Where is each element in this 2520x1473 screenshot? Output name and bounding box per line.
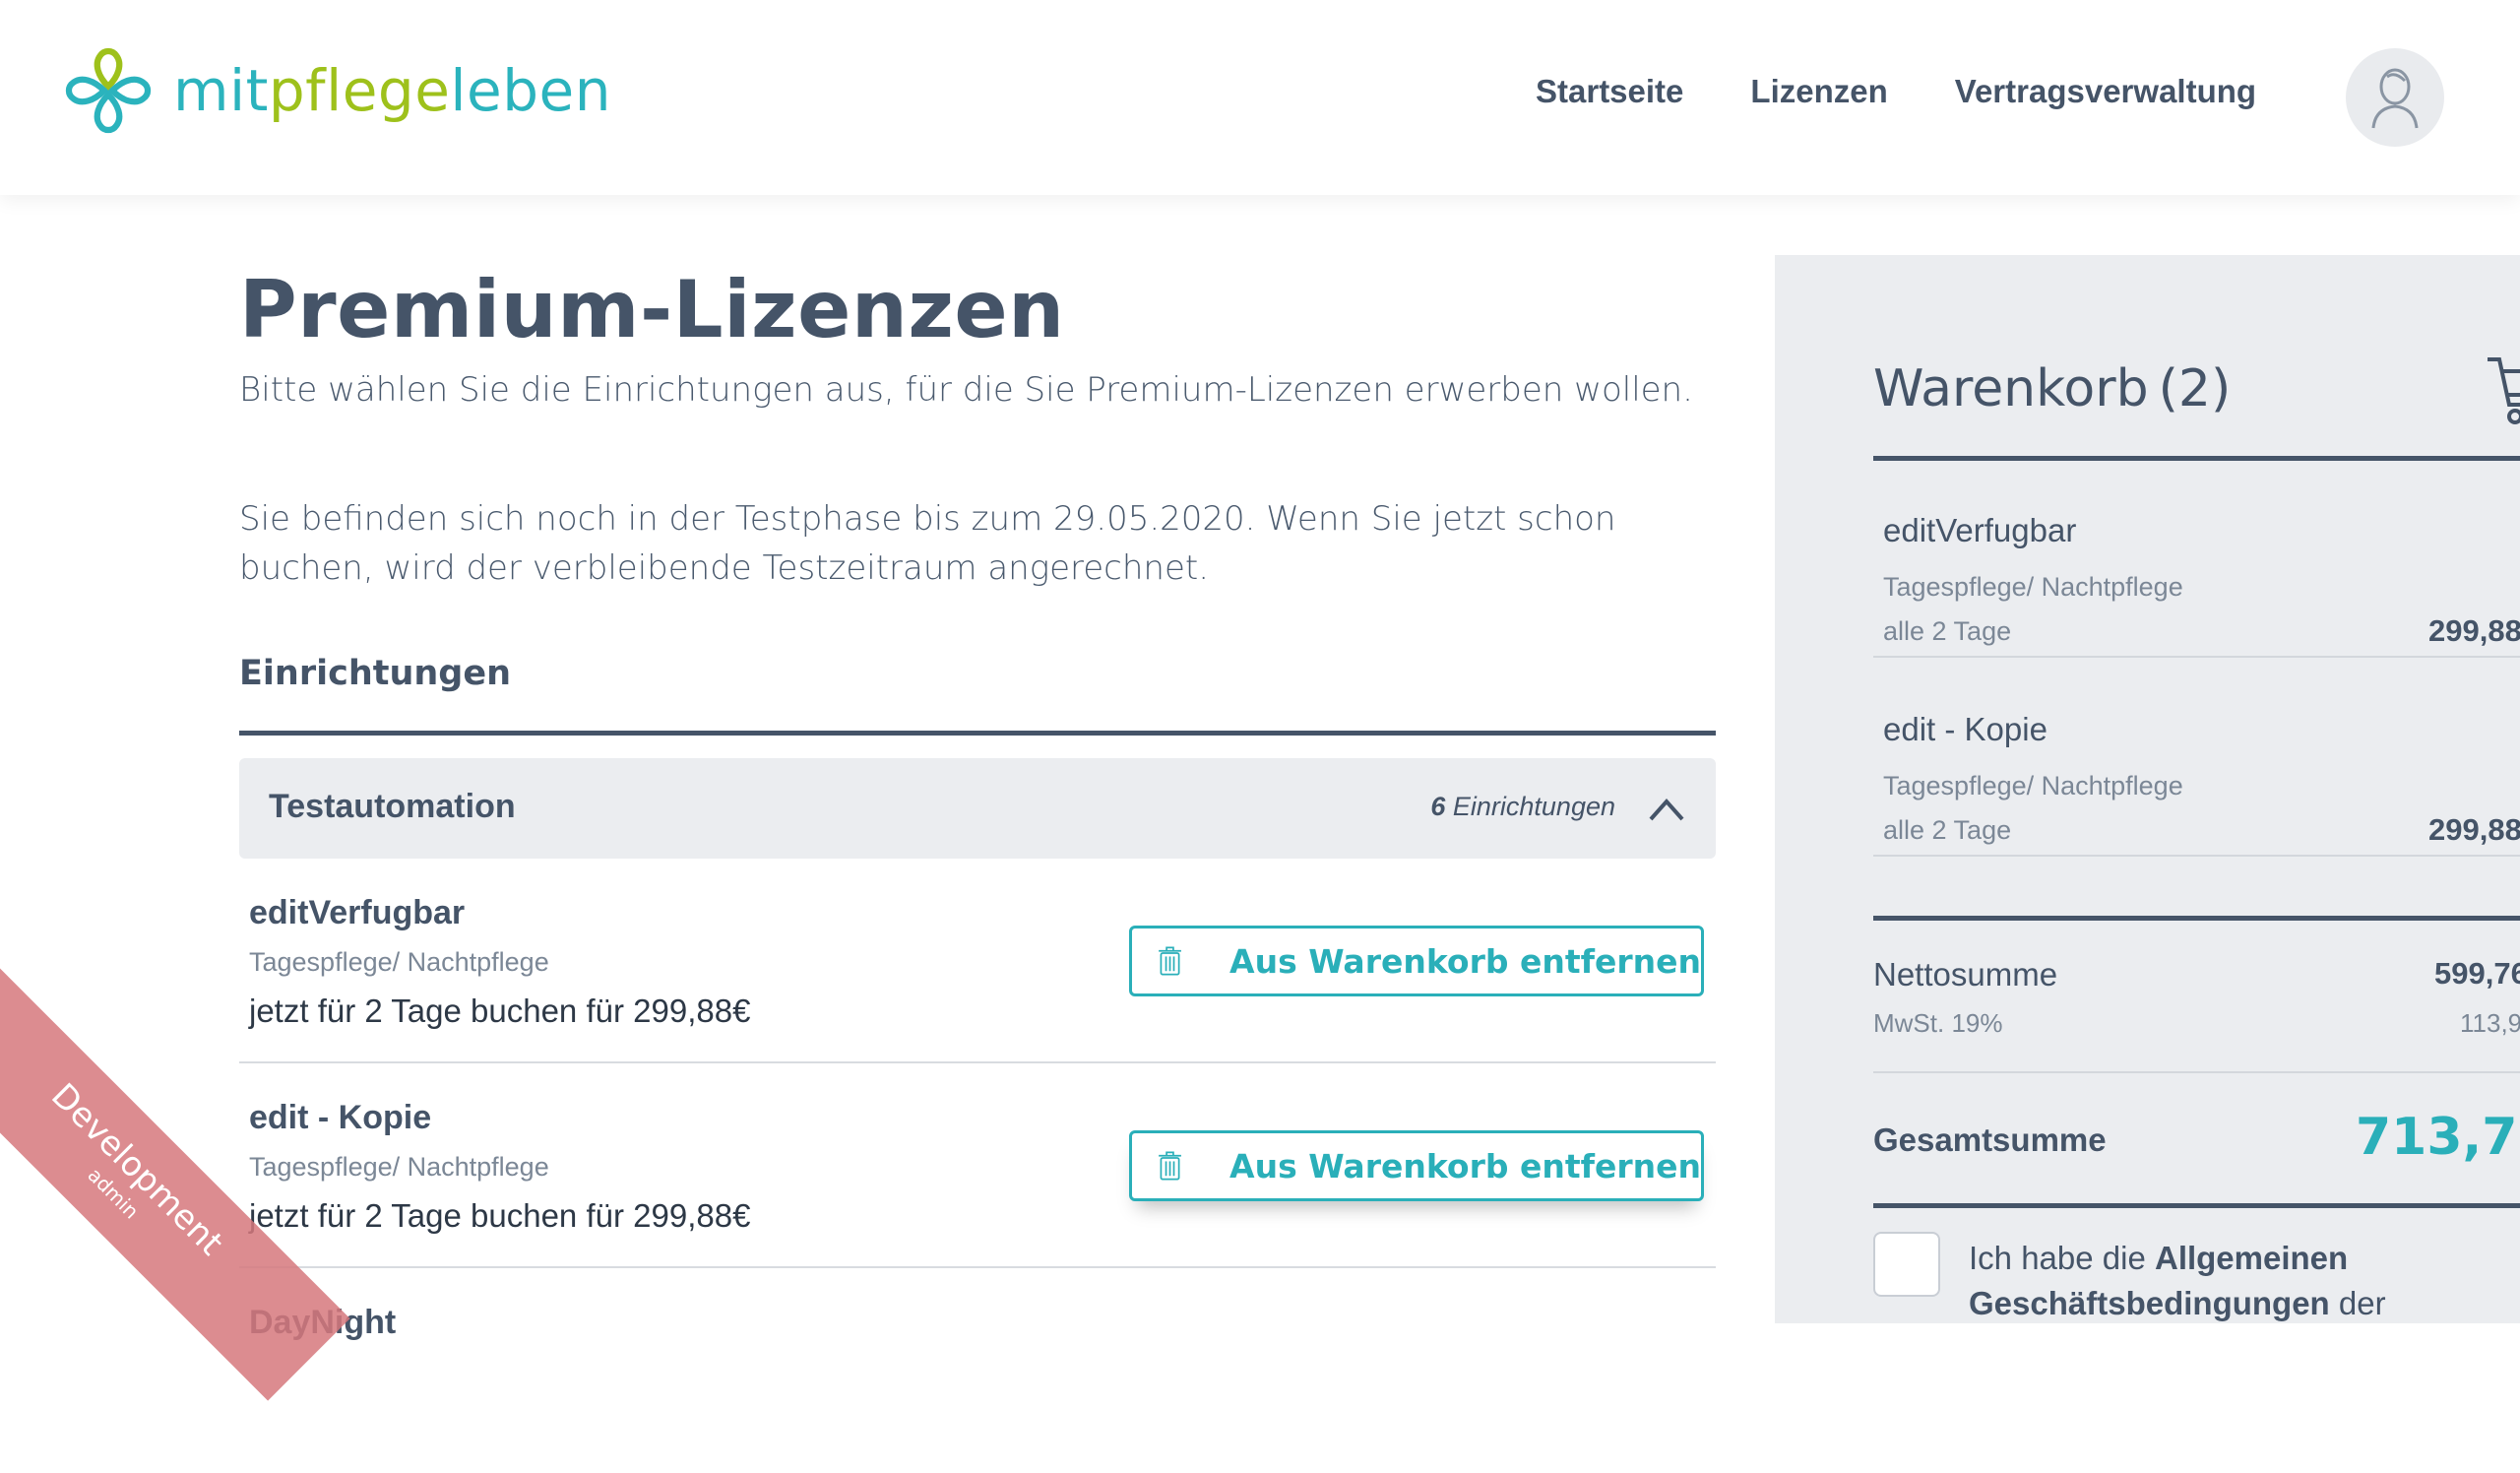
clover-logo-icon (65, 47, 152, 134)
vat-label: MwSt. 19% (1873, 1008, 2003, 1038)
shopping-cart-icon[interactable] (2486, 350, 2520, 428)
main-nav: Startseite Lizenzen Vertragsverwaltung (1536, 73, 2256, 110)
group-name: Testautomation (269, 788, 516, 825)
trash-icon (1159, 1151, 1181, 1181)
vat-value: 113,96 (2460, 1008, 2520, 1038)
facility-item: edit - Kopie Tagespflege/ Nachtpflege je… (239, 1063, 1716, 1268)
logo-text-leben: leben (450, 57, 611, 124)
cart-item-price: 299,88 (2428, 812, 2520, 847)
section-title: Einrichtungen (239, 654, 512, 693)
cart-panel: Warenkorb (2) editVerfugbar Tagespflege/ … (1775, 255, 2520, 1323)
remove-button-label: Aus Warenkorb entfernen (1229, 941, 1701, 981)
chevron-up-icon[interactable] (1647, 792, 1686, 825)
cart-item-name: editVerfugbar (1883, 512, 2077, 548)
group-count-label: Einrichtungen (1452, 792, 1615, 821)
cart-divider (1873, 1071, 2520, 1073)
cart-item-type: Tagespflege/ Nachtpflege (1883, 771, 2183, 801)
net-sum-value: 599,76 (2434, 956, 2520, 991)
total-label: Gesamtsumme (1873, 1121, 2107, 1158)
app-header: mitpflegeleben Startseite Lizenzen Vertr… (0, 0, 2520, 195)
group-count-number: 6 (1430, 792, 1446, 821)
group-count: 6 Einrichtungen (1430, 792, 1615, 822)
trash-icon (1159, 946, 1181, 976)
facility-type: Tagespflege/ Nachtpflege (249, 947, 549, 977)
remove-from-cart-button[interactable]: Aus Warenkorb entfernen (1129, 1130, 1704, 1201)
logo-text-pflege: pflege (268, 57, 451, 124)
facility-price-text: jetzt für 2 Tage buchen für 299,88€ (249, 1197, 751, 1234)
page-title: Premium-Lizenzen (239, 264, 1065, 355)
cart-item-price: 299,88 (2428, 613, 2520, 648)
terms-prefix: Ich habe die (1969, 1240, 2146, 1276)
remove-from-cart-button[interactable]: Aus Warenkorb entfernen (1129, 926, 1704, 996)
user-avatar[interactable] (2346, 48, 2444, 147)
facility-name: edit - Kopie (249, 1099, 432, 1136)
facility-price-text: jetzt für 2 Tage buchen für 299,88€ (249, 993, 751, 1029)
cart-item-type: Tagespflege/ Nachtpflege (1883, 572, 2183, 602)
nav-link-lizenzen[interactable]: Lizenzen (1750, 73, 1887, 110)
facility-item: editVerfugbar Tagespflege/ Nachtpflege j… (239, 859, 1716, 1063)
ribbon-label: Development (43, 1075, 231, 1263)
terms-text: Ich habe die Allgemeinen Geschäftsbeding… (1969, 1236, 2481, 1323)
net-sum-label: Nettosumme (1873, 956, 2058, 993)
cart-divider (1873, 1203, 2520, 1208)
facility-type: Tagespflege/ Nachtpflege (249, 1152, 549, 1182)
remove-button-label: Aus Warenkorb entfernen (1229, 1146, 1701, 1185)
terms-checkbox[interactable] (1873, 1232, 1940, 1297)
cart-item-interval: alle 2 Tage (1883, 815, 2012, 845)
testphase-text: Sie befinden sich noch in der Testphase … (239, 499, 1616, 588)
cart-count: (2) (2158, 359, 2232, 418)
brand-logo[interactable]: mitpflegeleben (57, 41, 611, 140)
section-divider (239, 731, 1716, 736)
nav-link-vertragsverwaltung[interactable]: Vertragsverwaltung (1955, 73, 2256, 110)
facility-item: DayNight (239, 1268, 1716, 1473)
terms-suffix: der (2338, 1285, 2386, 1321)
cart-item-name: edit - Kopie (1883, 711, 2048, 747)
facility-group-header[interactable]: Testautomation 6 Einrichtungen (239, 758, 1716, 859)
cart-item: editVerfugbar Tagespflege/ Nachtpflege a… (1873, 461, 2520, 658)
cart-divider (1873, 916, 2520, 921)
intro-text: Bitte wählen Sie die Einrichtungen aus, … (239, 370, 1693, 410)
total-value: 713,72 (2356, 1108, 2520, 1167)
facility-name: editVerfugbar (249, 894, 466, 931)
user-avatar-icon (2371, 68, 2419, 129)
cart-title: Warenkorb (2) (1873, 359, 2231, 418)
cart-item-interval: alle 2 Tage (1883, 616, 2012, 646)
nav-link-startseite[interactable]: Startseite (1536, 73, 1683, 110)
cart-title-label: Warenkorb (1873, 359, 2149, 418)
logo-text-mit: mit (173, 57, 269, 124)
cart-item: edit - Kopie Tagespflege/ Nachtpflege al… (1873, 660, 2520, 857)
